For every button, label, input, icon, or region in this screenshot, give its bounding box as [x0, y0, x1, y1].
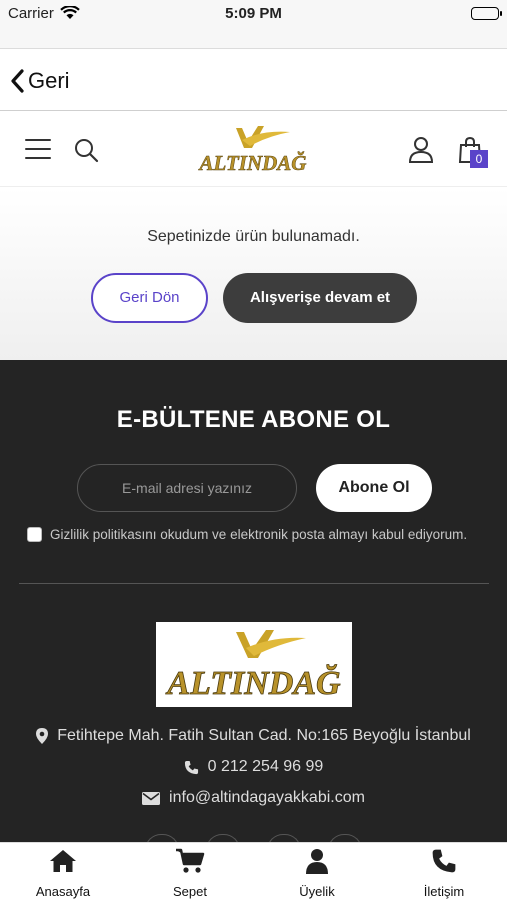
- menu-icon[interactable]: [25, 139, 51, 159]
- tab-membership[interactable]: Üyelik: [254, 848, 380, 899]
- email-text: info@altindagayakkabi.com: [169, 789, 365, 806]
- continue-shopping-button[interactable]: Alışverişe devam et: [223, 273, 417, 323]
- tab-cart-label: Sepet: [173, 884, 207, 899]
- social-links: [0, 834, 507, 850]
- tab-cart[interactable]: Sepet: [127, 848, 253, 899]
- empty-cart-message: Sepetinizde ürün bulunamadı.: [147, 228, 360, 245]
- phone-row[interactable]: 0 212 254 96 99: [0, 758, 507, 776]
- phone-icon: [432, 849, 456, 873]
- tab-contact[interactable]: İletişim: [381, 848, 507, 899]
- subscribe-button[interactable]: Abone Ol: [316, 464, 432, 512]
- footer: E-BÜLTENE ABONE OL Abone Ol Gizlilik pol…: [0, 360, 507, 850]
- footer-logo-text: ALTINDAĞ: [165, 664, 341, 702]
- go-back-button[interactable]: Geri Dön: [91, 273, 208, 323]
- map-marker-icon: [36, 728, 49, 744]
- tab-contact-label: İletişim: [423, 884, 465, 899]
- chevron-left-icon: [11, 69, 24, 93]
- footer-divider: [19, 583, 489, 584]
- consent-checkbox[interactable]: [27, 527, 42, 542]
- search-icon[interactable]: [73, 137, 99, 168]
- tab-membership-label: Üyelik: [299, 884, 335, 899]
- address-row: Fetihtepe Mah. Fatih Sultan Cad. No:165 …: [0, 727, 507, 745]
- cart-icon: [176, 848, 205, 873]
- navigation-bar: Geri: [0, 48, 507, 111]
- site-header: ALTINDAĞ: [0, 112, 507, 187]
- bottom-tab-bar: Anasayfa Sepet Üyelik İletişim: [0, 842, 507, 900]
- top-spacer: [0, 28, 507, 48]
- footer-logo: ALTINDAĞ: [156, 622, 352, 707]
- logo-text: ALTINDAĞ: [198, 151, 306, 175]
- envelope-icon: [142, 791, 161, 805]
- tab-home[interactable]: Anasayfa: [0, 848, 126, 899]
- user-icon[interactable]: [408, 136, 434, 169]
- home-icon: [50, 850, 76, 872]
- back-label: Geri: [28, 68, 70, 93]
- status-bar: Carrier 5:09 PM: [0, 0, 507, 28]
- back-button[interactable]: Geri: [10, 65, 70, 97]
- cart-section: Sepetinizde ürün bulunamadı. Geri Dön Al…: [0, 188, 507, 360]
- address-text: Fetihtepe Mah. Fatih Sultan Cad. No:165 …: [57, 727, 471, 744]
- email-row[interactable]: info@altindagayakkabi.com: [0, 789, 507, 807]
- newsletter-email-input[interactable]: [77, 464, 297, 512]
- tab-home-label: Anasayfa: [35, 884, 91, 899]
- consent-row: Gizlilik politikasını okudum ve elektron…: [27, 527, 467, 542]
- status-time: 5:09 PM: [225, 5, 282, 22]
- newsletter-title: E-BÜLTENE ABONE OL: [116, 406, 391, 433]
- phone-icon: [184, 760, 198, 774]
- consent-label: Gizlilik politikasını okudum ve elektron…: [50, 527, 468, 542]
- battery-icon: [471, 7, 502, 20]
- user-icon: [306, 849, 328, 874]
- cart-count-badge: 0: [470, 150, 488, 168]
- phone-text: 0 212 254 96 99: [207, 758, 324, 775]
- brand-logo[interactable]: ALTINDAĞ: [198, 120, 308, 180]
